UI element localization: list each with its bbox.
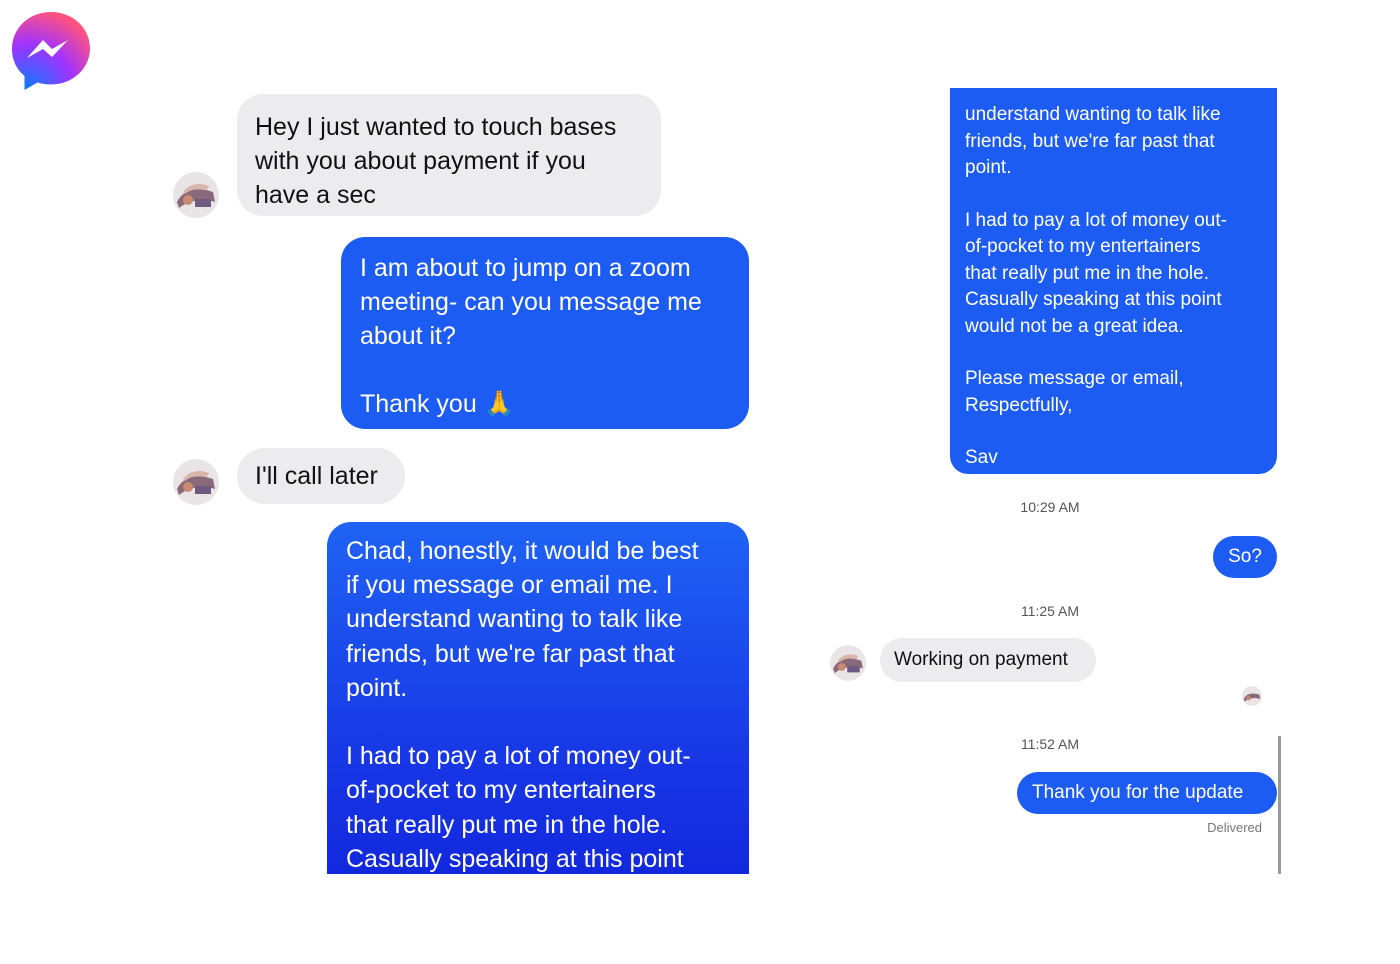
message-line: Respectfully, [965, 394, 1073, 416]
message-timestamp: 11:25 AM [1020, 603, 1080, 619]
message-line: Casually speaking at this point [346, 844, 684, 873]
message-line: I'll call later [255, 462, 378, 490]
message-line: I had to pay a lot of money out- [965, 209, 1227, 231]
message-line: would not be a great idea. [965, 315, 1184, 337]
contact-avatar [830, 645, 866, 681]
message-line: that really put me in the hole. [346, 810, 668, 839]
message-line: understand wanting to talk like [965, 104, 1221, 126]
message-line: understand wanting to talk like [346, 605, 683, 634]
message-timestamp: 10:29 AM [1020, 499, 1080, 515]
message-line: with you about payment if you [255, 147, 586, 175]
message-line: Casually speaking at this point [965, 289, 1222, 311]
message-line: I am about to jump on a zoom [360, 254, 691, 282]
message-line: Hey I just wanted to touch bases [255, 113, 617, 141]
left-chat-screenshot: Hey I just wanted to touch bases with yo… [165, 88, 765, 874]
message-line: about it? [360, 322, 456, 350]
received-message: Hey I just wanted to touch bases with yo… [237, 94, 661, 216]
message-line: friends, but we're far past that [346, 639, 675, 668]
delivered-status: Delivered [1207, 820, 1262, 835]
message-line: if you message or email me. I [346, 571, 673, 600]
sent-message: Chad, honestly, it would be best if you … [327, 522, 749, 874]
messenger-logo-icon [10, 10, 92, 92]
contact-avatar [173, 172, 219, 218]
sent-message: I am about to jump on a zoom meeting- ca… [341, 237, 749, 429]
sent-message: So? [1213, 536, 1277, 578]
message-line: have a sec [255, 181, 376, 209]
message-line: I had to pay a lot of money out- [346, 742, 691, 771]
message-line: Please message or email, [965, 368, 1184, 390]
message-line: Sav [965, 447, 998, 469]
received-message: I'll call later [237, 448, 405, 504]
message-line: Chad, honestly, it would be best [346, 537, 699, 565]
sent-message: understand wanting to talk like friends,… [950, 88, 1277, 474]
message-line: friends, but we're far past that [965, 130, 1215, 152]
message-line: Thank you 🙏 [360, 390, 515, 418]
message-line: of-pocket to my entertainers [965, 236, 1201, 258]
sent-message: Thank you for the update [1017, 772, 1277, 814]
contact-avatar [173, 459, 219, 505]
message-line: that really put me in the hole. [965, 262, 1209, 284]
received-message: Working on payment [880, 638, 1096, 682]
message-line: meeting- can you message me [360, 288, 702, 316]
scrollbar[interactable] [1278, 736, 1281, 874]
right-chat-screenshot: understand wanting to talk like friends,… [822, 88, 1290, 874]
message-line: point. [965, 157, 1012, 179]
read-receipt-avatar [1242, 686, 1262, 706]
message-timestamp: 11:52 AM [1020, 736, 1080, 752]
message-line: point. [346, 673, 408, 702]
message-line: of-pocket to my entertainers [346, 776, 656, 805]
